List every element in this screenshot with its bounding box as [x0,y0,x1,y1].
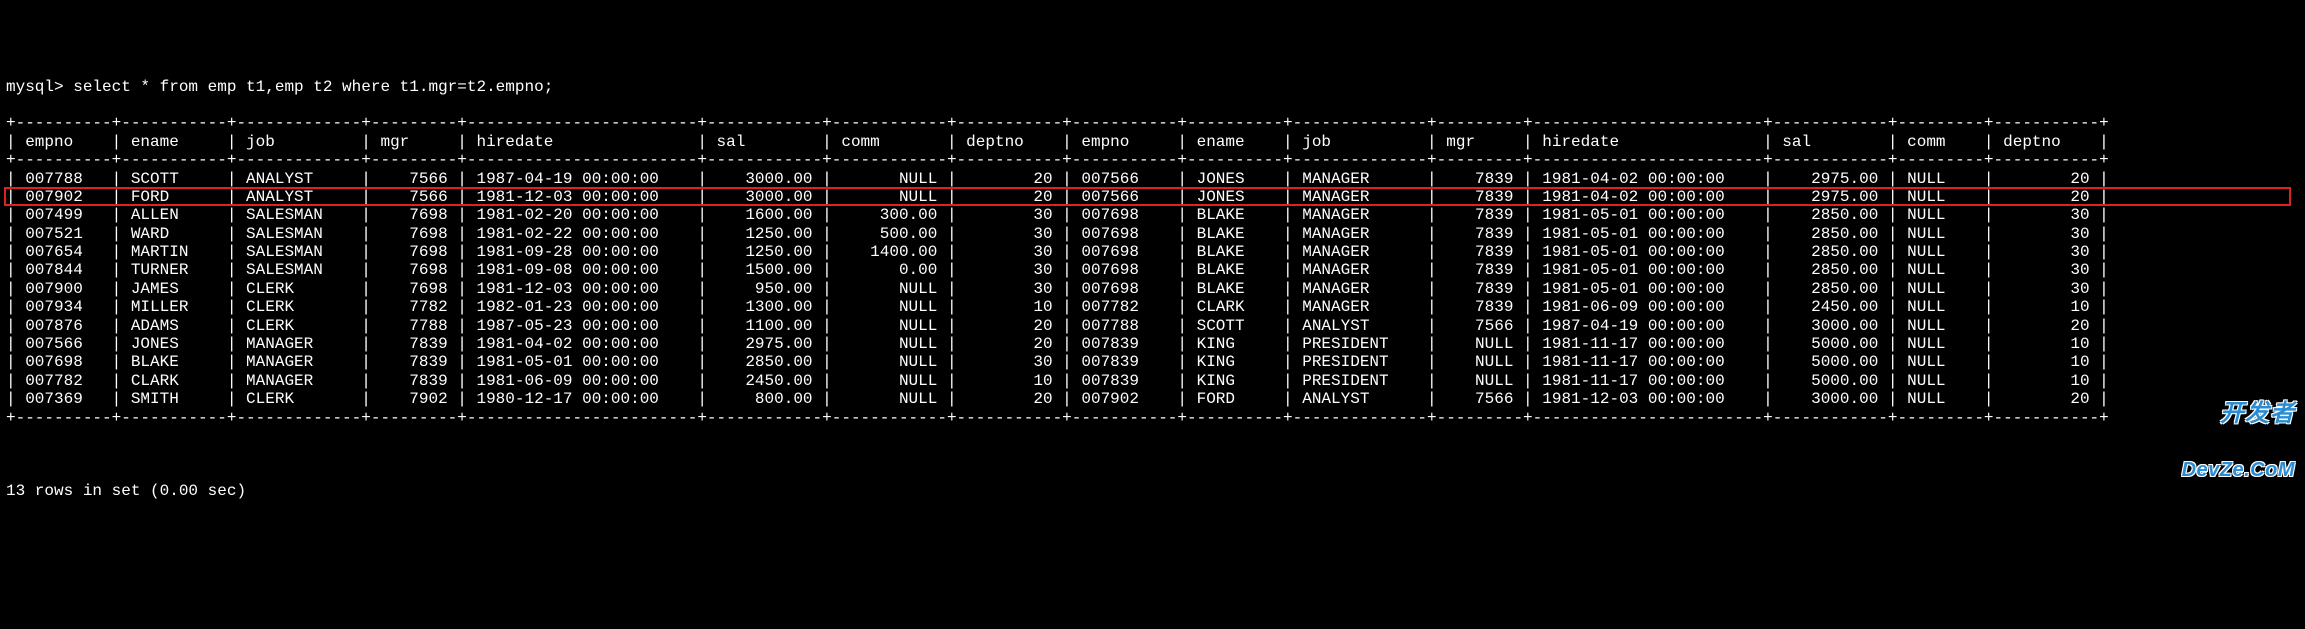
empty-line [6,445,2299,463]
table-separator: +----------+-----------+-------------+--… [6,409,2299,427]
table-row: | 007844 | TURNER | SALESMAN | 7698 | 19… [6,261,2299,279]
table-separator: +----------+-----------+-------------+--… [6,151,2299,169]
table-row: | 007698 | BLAKE | MANAGER | 7839 | 1981… [6,353,2299,371]
table-row: | 007782 | CLARK | MANAGER | 7839 | 1981… [6,372,2299,390]
table-row: | 007876 | ADAMS | CLERK | 7788 | 1987-0… [6,317,2299,335]
table-row: | 007900 | JAMES | CLERK | 7698 | 1981-1… [6,280,2299,298]
table-row: | 007788 | SCOTT | ANALYST | 7566 | 1987… [6,170,2299,188]
table-row: | 007521 | WARD | SALESMAN | 7698 | 1981… [6,225,2299,243]
table-row: | 007499 | ALLEN | SALESMAN | 7698 | 198… [6,206,2299,224]
table-row: | 007654 | MARTIN | SALESMAN | 7698 | 19… [6,243,2299,261]
table-header-row: | empno | ename | job | mgr | hiredate |… [6,133,2299,151]
table-row: | 007566 | JONES | MANAGER | 7839 | 1981… [6,335,2299,353]
table-row: | 007902 | FORD | ANALYST | 7566 | 1981-… [6,188,2299,206]
watermark: 开发者 DevZe.CoM [2182,368,2295,498]
result-footer: 13 rows in set (0.00 sec) [6,482,2299,500]
sql-prompt: mysql> select * from emp t1,emp t2 where… [6,78,2299,96]
watermark-line1: 开发者 [2182,401,2295,426]
table-row: | 007369 | SMITH | CLERK | 7902 | 1980-1… [6,390,2299,408]
table-row: | 007934 | MILLER | CLERK | 7782 | 1982-… [6,298,2299,316]
result-table: +----------+-----------+-------------+--… [6,114,2299,427]
table-separator: +----------+-----------+-------------+--… [6,114,2299,132]
watermark-line2: DevZe.CoM [2182,460,2295,481]
